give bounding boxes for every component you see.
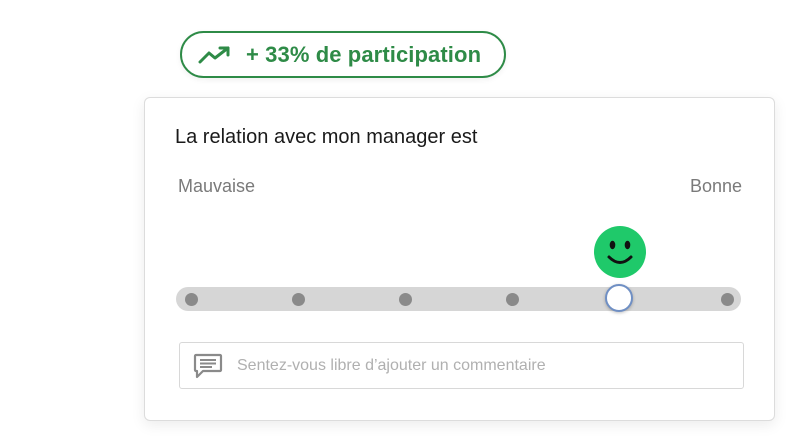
rating-step-1[interactable]: [185, 293, 198, 306]
comment-icon: [193, 353, 223, 379]
rating-step-3[interactable]: [399, 293, 412, 306]
participation-badge: + 33% de participation: [180, 31, 506, 78]
rating-step-4[interactable]: [506, 293, 519, 306]
participation-text: + 33% de participation: [246, 41, 482, 67]
comment-input[interactable]: [235, 355, 719, 376]
scale-max-label: Bonne: [689, 176, 742, 196]
survey-card: La relation avec mon manager est Mauvais…: [144, 97, 775, 421]
rating-step-2[interactable]: [292, 293, 305, 306]
happy-smiley-icon: [594, 226, 646, 278]
question-title: La relation avec mon manager est: [175, 126, 478, 148]
trending-up-icon: [198, 44, 232, 66]
survey-widget: + 33% de participation La relation avec …: [0, 0, 800, 446]
rating-slider-track[interactable]: [176, 284, 741, 312]
rating-step-6[interactable]: [721, 293, 734, 306]
scale-min-label: Mauvaise: [178, 176, 256, 196]
rating-slider-thumb[interactable]: [605, 284, 633, 312]
comment-box[interactable]: [179, 342, 744, 389]
